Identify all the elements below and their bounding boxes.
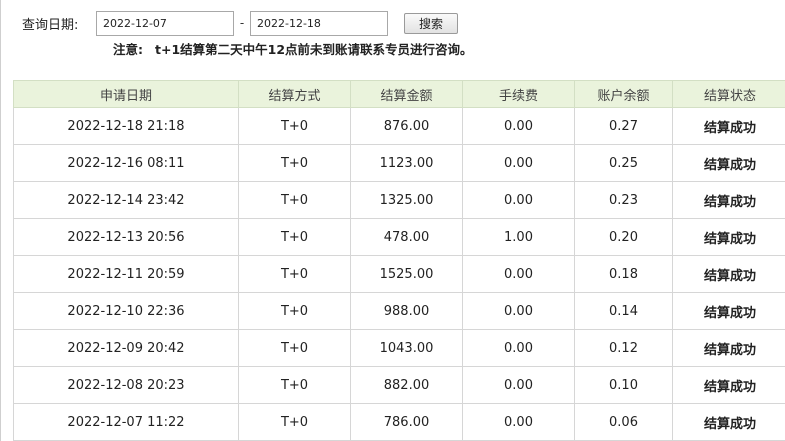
cell-settle-method: T+0 (238, 144, 351, 182)
cell-apply-date: 2022-12-13 20:56 (13, 218, 239, 256)
query-bar: 查询日期: - 搜索 (22, 10, 458, 36)
cell-apply-date: 2022-12-16 08:11 (13, 144, 239, 182)
cell-apply-date: 2022-12-08 20:23 (13, 366, 239, 404)
settlement-records-page: 查询日期: - 搜索 注意: t+1结算第二天中午12点前未到账请联系专员进行咨询… (0, 0, 785, 441)
search-button[interactable]: 搜索 (404, 12, 458, 34)
cell-status: 结算成功 (672, 181, 785, 219)
cell-balance: 0.18 (574, 255, 673, 293)
cell-balance: 0.25 (574, 144, 673, 182)
notice-text: t+1结算第二天中午12点前未到账请联系专员进行咨询。 (155, 42, 473, 57)
cell-status: 结算成功 (672, 144, 785, 182)
cell-fee: 0.00 (462, 292, 575, 330)
cell-settle-method: T+0 (238, 403, 351, 441)
table-row: 2022-12-14 23:42 T+0 1325.00 0.00 0.23 结… (13, 181, 785, 219)
column-header-balance: 账户余额 (574, 80, 673, 108)
table-row: 2022-12-07 11:22 T+0 786.00 0.00 0.06 结算… (13, 403, 785, 441)
settlement-table: 申请日期 结算方式 结算金额 手续费 账户余额 结算状态 2022-12-18 … (13, 80, 785, 441)
cell-settle-method: T+0 (238, 107, 351, 145)
table-row: 2022-12-13 20:56 T+0 478.00 1.00 0.20 结算… (13, 218, 785, 256)
column-header-fee: 手续费 (462, 80, 575, 108)
cell-fee: 0.00 (462, 181, 575, 219)
cell-settle-method: T+0 (238, 292, 351, 330)
cell-fee: 0.00 (462, 144, 575, 182)
cell-fee: 1.00 (462, 218, 575, 256)
cell-fee: 0.00 (462, 366, 575, 404)
cell-balance: 0.10 (574, 366, 673, 404)
end-date-input[interactable] (250, 10, 388, 36)
table-header-row: 申请日期 结算方式 结算金额 手续费 账户余额 结算状态 (13, 80, 785, 108)
table-row: 2022-12-10 22:36 T+0 988.00 0.00 0.14 结算… (13, 292, 785, 330)
notice-label: 注意: (113, 42, 143, 57)
left-border (0, 0, 1, 441)
table-row: 2022-12-16 08:11 T+0 1123.00 0.00 0.25 结… (13, 144, 785, 182)
table-row: 2022-12-18 21:18 T+0 876.00 0.00 0.27 结算… (13, 107, 785, 145)
cell-settle-method: T+0 (238, 255, 351, 293)
cell-fee: 0.00 (462, 255, 575, 293)
cell-apply-date: 2022-12-18 21:18 (13, 107, 239, 145)
cell-status: 结算成功 (672, 107, 785, 145)
cell-apply-date: 2022-12-14 23:42 (13, 181, 239, 219)
cell-apply-date: 2022-12-10 22:36 (13, 292, 239, 330)
cell-balance: 0.23 (574, 181, 673, 219)
table-row: 2022-12-08 20:23 T+0 882.00 0.00 0.10 结算… (13, 366, 785, 404)
cell-settle-amount: 876.00 (350, 107, 463, 145)
cell-apply-date: 2022-12-09 20:42 (13, 329, 239, 367)
cell-settle-method: T+0 (238, 329, 351, 367)
cell-settle-amount: 478.00 (350, 218, 463, 256)
cell-fee: 0.00 (462, 107, 575, 145)
cell-balance: 0.20 (574, 218, 673, 256)
cell-apply-date: 2022-12-07 11:22 (13, 403, 239, 441)
cell-status: 结算成功 (672, 218, 785, 256)
cell-settle-amount: 882.00 (350, 366, 463, 404)
cell-settle-amount: 1325.00 (350, 181, 463, 219)
cell-settle-method: T+0 (238, 366, 351, 404)
cell-status: 结算成功 (672, 292, 785, 330)
cell-status: 结算成功 (672, 255, 785, 293)
cell-settle-amount: 1525.00 (350, 255, 463, 293)
cell-status: 结算成功 (672, 403, 785, 441)
cell-fee: 0.00 (462, 329, 575, 367)
table-row: 2022-12-09 20:42 T+0 1043.00 0.00 0.12 结… (13, 329, 785, 367)
cell-settle-amount: 1043.00 (350, 329, 463, 367)
column-header-settle-method: 结算方式 (238, 80, 351, 108)
column-header-status: 结算状态 (672, 80, 785, 108)
cell-settle-amount: 988.00 (350, 292, 463, 330)
cell-status: 结算成功 (672, 329, 785, 367)
date-separator: - (239, 16, 245, 30)
cell-apply-date: 2022-12-11 20:59 (13, 255, 239, 293)
cell-fee: 0.00 (462, 403, 575, 441)
cell-settle-amount: 1123.00 (350, 144, 463, 182)
cell-settle-amount: 786.00 (350, 403, 463, 441)
cell-balance: 0.27 (574, 107, 673, 145)
cell-settle-method: T+0 (238, 181, 351, 219)
cell-status: 结算成功 (672, 366, 785, 404)
column-header-settle-amount: 结算金额 (350, 80, 463, 108)
cell-balance: 0.14 (574, 292, 673, 330)
start-date-input[interactable] (96, 10, 234, 36)
table-row: 2022-12-11 20:59 T+0 1525.00 0.00 0.18 结… (13, 255, 785, 293)
notice: 注意: t+1结算第二天中午12点前未到账请联系专员进行咨询。 (113, 39, 473, 58)
column-header-apply-date: 申请日期 (13, 80, 239, 108)
cell-balance: 0.12 (574, 329, 673, 367)
cell-balance: 0.06 (574, 403, 673, 441)
query-date-label: 查询日期: (22, 17, 79, 33)
cell-settle-method: T+0 (238, 218, 351, 256)
